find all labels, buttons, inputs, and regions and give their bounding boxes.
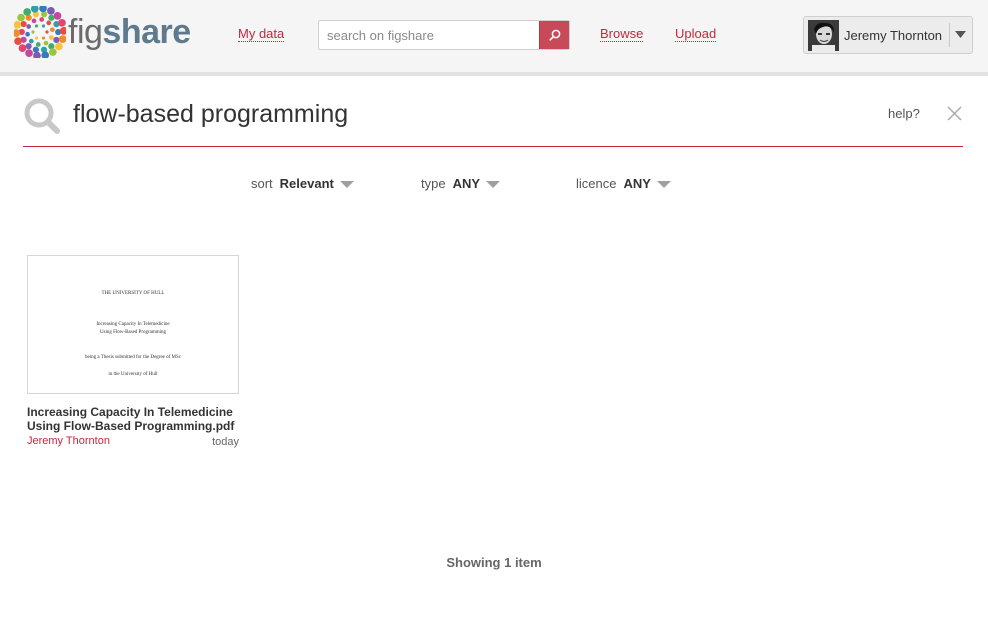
thumbnail-text: Increasing Capacity In Telemedicine: [96, 322, 170, 327]
logo-dot: [18, 44, 27, 52]
logo-text-fig: fig: [68, 13, 103, 51]
results-count: Showing 1 item: [446, 555, 542, 570]
logo-dot: [41, 24, 46, 28]
type-value: ANY: [452, 176, 481, 191]
thumbnail-text: being a Thesis submitted for the Degree …: [85, 355, 181, 360]
logo-dot: [26, 24, 31, 29]
result-title[interactable]: Increasing Capacity In Telemedicine Usin…: [27, 405, 239, 433]
logo-dot: [43, 40, 49, 46]
logo-dot: [47, 7, 55, 15]
logo-dot: [50, 27, 55, 33]
thumbnail-text: THE UNIVERSITY OF HULL: [101, 291, 165, 296]
nav-upload[interactable]: Upload: [675, 26, 717, 42]
sort-label: sort: [251, 176, 273, 191]
logo-dot: [25, 43, 32, 50]
figshare-logo[interactable]: figshare: [14, 6, 191, 58]
thumbnail-text: in the University of Hull: [108, 372, 158, 377]
logo-dot: [49, 35, 54, 40]
user-menu-divider: [949, 23, 950, 47]
nav-browse[interactable]: Browse: [600, 26, 644, 42]
type-label: type: [421, 176, 446, 191]
thumbnail-text: Using Flow-Based Programming: [99, 330, 167, 335]
logo-dot: [35, 42, 41, 47]
nav-my-data[interactable]: My data: [238, 26, 285, 42]
user-name: Jeremy Thornton: [844, 28, 943, 43]
header-search-button[interactable]: [539, 21, 569, 49]
logo-dot: [25, 31, 30, 37]
chevron-down-icon: [656, 181, 671, 188]
logo-dot: [45, 30, 49, 34]
result-author[interactable]: Jeremy Thornton: [27, 435, 110, 447]
type-filter[interactable]: type ANY: [421, 176, 501, 191]
logo-text: figshare: [68, 6, 191, 58]
logo-dot: [25, 49, 33, 57]
header-search-input[interactable]: [319, 21, 541, 49]
logo-dot: [23, 8, 32, 16]
header-search: [318, 20, 570, 50]
logo-dot: [39, 17, 45, 22]
logo-dot: [17, 13, 25, 22]
search-query[interactable]: flow-based programming: [73, 100, 348, 129]
logo-dot: [48, 48, 57, 56]
logo-dot: [53, 36, 60, 44]
chevron-down-icon[interactable]: [955, 31, 966, 39]
logo-dot: [48, 14, 55, 21]
logo-dot: [34, 36, 39, 40]
logo-text-share: share: [102, 13, 191, 51]
logo-dot: [31, 30, 35, 34]
search-divider: [23, 146, 963, 147]
licence-filter[interactable]: licence ANY: [576, 176, 671, 191]
logo-dot: [41, 36, 46, 40]
sort-filter[interactable]: sort Relevant: [251, 176, 354, 191]
help-link[interactable]: help?: [888, 106, 920, 121]
logo-dot: [39, 6, 47, 13]
logo-dot: [58, 18, 66, 27]
result-thumbnail[interactable]: THE UNIVERSITY OF HULL Increasing Capaci…: [27, 255, 239, 394]
search-icon: [548, 29, 560, 41]
search-icon: [24, 98, 60, 134]
avatar: [808, 20, 839, 51]
chevron-down-icon: [486, 181, 501, 188]
result-meta: Jeremy Thornton today: [27, 435, 239, 451]
logo-dot: [53, 12, 62, 20]
logo-dot: [20, 20, 27, 28]
user-menu[interactable]: Jeremy Thornton: [803, 16, 973, 54]
figshare-logo-icon: [14, 6, 66, 58]
logo-dot: [58, 35, 66, 43]
close-icon[interactable]: [947, 106, 962, 121]
result-card[interactable]: THE UNIVERSITY OF HULL Increasing Capaci…: [27, 255, 239, 451]
logo-dot: [55, 42, 63, 51]
sort-value: Relevant: [279, 176, 334, 191]
logo-dot: [14, 21, 22, 29]
logo-dot: [31, 18, 37, 24]
chevron-down-icon: [339, 181, 354, 188]
user-avatar-icon: [808, 20, 839, 51]
logo-dot: [14, 37, 22, 46]
logo-dot: [33, 51, 41, 58]
logo-dot: [46, 20, 52, 26]
result-date: today: [212, 436, 239, 448]
licence-label: licence: [576, 176, 617, 191]
top-header: figshare My data Browse Upload Jeremy Th: [0, 0, 988, 76]
logo-dot: [34, 24, 39, 28]
licence-value: ANY: [623, 176, 651, 191]
logo-dot: [28, 38, 34, 44]
